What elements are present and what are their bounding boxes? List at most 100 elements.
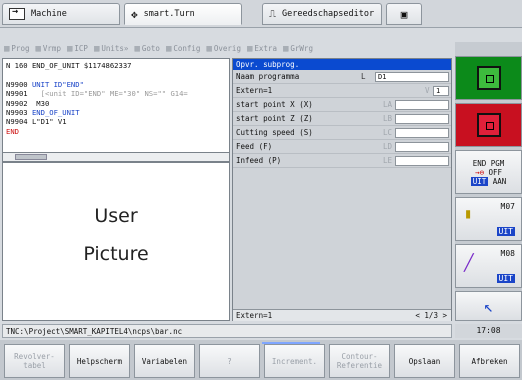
horizontal-softkey-bar: Revolver- tabel Helpscherm Variabelen ? … xyxy=(0,340,522,380)
field-extern: Extern=1 V 1 xyxy=(233,84,451,98)
m07-button[interactable]: ▮ M07 UIT xyxy=(455,197,522,241)
m08-label: M08 xyxy=(500,249,515,258)
menu-item-goto[interactable]: Goto xyxy=(134,44,160,54)
code-horizontal-scrollbar[interactable] xyxy=(2,152,230,162)
field-label: Cutting speed (S) xyxy=(236,128,313,137)
field-address: LC xyxy=(383,128,393,137)
code-line: N 160 END_OF_UNIT $1174862337 xyxy=(6,61,132,70)
afbreken-button[interactable]: Afbreken xyxy=(459,344,520,378)
field-address: LE xyxy=(383,156,393,165)
extern-input[interactable]: 1 xyxy=(433,86,449,96)
field-address: L xyxy=(361,72,366,81)
field-address: LB xyxy=(383,114,393,123)
machine-arrow-icon xyxy=(9,6,25,20)
cycle-start-icon xyxy=(476,66,501,90)
field-label: Extern=1 xyxy=(236,86,273,95)
tab-label: Machine xyxy=(31,9,67,19)
vertical-softkey-bar: END PGM →⊖ OFF UIT AAN ▮ M07 UIT ╱ M08 U… xyxy=(455,42,522,321)
nc-program-editor[interactable]: N 160 END_OF_UNIT $1174862337 N9900 UNIT… xyxy=(2,58,230,163)
coolant-icon: ▮ xyxy=(464,206,473,222)
field-address: LA xyxy=(383,100,393,109)
field-label: start point X (X) xyxy=(236,100,313,109)
tab-save[interactable]: ▣ xyxy=(386,3,422,25)
user-picture-line1: User xyxy=(94,205,138,227)
tab-machine[interactable]: Machine xyxy=(2,3,120,25)
menu-item-grwrg[interactable]: GrWrg xyxy=(283,44,313,54)
menu-item-overig[interactable]: Overig xyxy=(206,44,241,54)
end-pgm-button[interactable]: END PGM →⊖ OFF UIT AAN xyxy=(455,150,522,194)
field-label: Naam programma xyxy=(236,72,300,81)
scrollbar-thumb[interactable] xyxy=(15,154,47,160)
field-naam-programma: Naam programma L D1 xyxy=(233,70,451,84)
end-pgm-state: UIT AAN xyxy=(470,176,507,186)
page-indicator[interactable]: < 1/3 > xyxy=(415,310,447,322)
tab-bar: Machine ✥ smart.Turn ⎍ Gereedschapsedito… xyxy=(0,0,522,28)
smart-turn-icon: ✥ xyxy=(131,7,138,21)
m07-label: M07 xyxy=(500,202,515,211)
tab-gereedschapseditor[interactable]: ⎍ Gereedschapseditor xyxy=(262,3,382,25)
menu-bar: Prog Vrmp ICP Units» Goto Config Overig … xyxy=(0,42,452,56)
code-line: N9904 L"D1" V1 xyxy=(6,117,67,127)
field-label: Feed (F) xyxy=(236,142,273,151)
jog-direction-button[interactable]: ↖ xyxy=(455,291,522,321)
helpscherm-button[interactable]: Helpscherm xyxy=(69,344,130,378)
field-start-x: start point X (X) LA xyxy=(233,98,451,112)
file-path: TNC:\Project\SMART_KAPITEL4\ncps\bar.nc xyxy=(6,327,183,336)
menu-item-prog[interactable]: Prog xyxy=(4,44,29,54)
diagonal-arrow-icon: ↖ xyxy=(483,296,494,316)
menu-item-config[interactable]: Config xyxy=(166,44,200,54)
naam-programma-input[interactable]: D1 xyxy=(375,72,449,82)
menu-item-units[interactable]: Units» xyxy=(94,44,128,54)
end-pgm-toggle: →⊖ OFF xyxy=(474,167,503,177)
start-z-input[interactable] xyxy=(395,114,449,124)
field-start-z: start point Z (Z) LB xyxy=(233,112,451,126)
code-line: N9900 UNIT ID"END" xyxy=(6,79,84,89)
menu-item-extra[interactable]: Extra xyxy=(247,44,277,54)
variabelen-button[interactable]: Variabelen xyxy=(134,344,195,378)
field-infeed: Infeed (P) LE xyxy=(233,154,451,168)
m07-state: UIT xyxy=(496,227,515,236)
field-label: Infeed (P) xyxy=(236,156,282,165)
save-icon: ▣ xyxy=(400,7,408,21)
field-label: start point Z (Z) xyxy=(236,114,313,123)
subprogram-form: Opvr. subprog. Naam programma L D1 Exter… xyxy=(232,58,452,321)
status-bar: TNC:\Project\SMART_KAPITEL4\ncps\bar.nc xyxy=(2,324,452,338)
code-line: N9903 END_OF_UNIT xyxy=(6,108,80,118)
revolver-tabel-button[interactable]: Revolver- tabel xyxy=(4,344,65,378)
code-line: N9902 M30 xyxy=(6,98,50,108)
tab-label: smart.Turn xyxy=(143,9,195,19)
m08-state: UIT xyxy=(496,274,515,283)
contour-referentie-button[interactable]: Contour- Referentie xyxy=(329,344,390,378)
user-picture-line2: Picture xyxy=(83,243,149,265)
code-line: N9901 [<unit ID="END" ME="30" NS="" G14= xyxy=(6,89,188,99)
feed-input[interactable] xyxy=(395,142,449,152)
opslaan-button[interactable]: Opslaan xyxy=(394,344,455,378)
form-help-text: Extern=1 xyxy=(236,311,273,320)
increment-button[interactable]: Increment. xyxy=(264,344,325,378)
cycle-start-button[interactable] xyxy=(455,56,522,100)
clock: 17:08 xyxy=(455,324,522,338)
form-footer: Extern=1 < 1/3 > xyxy=(233,309,451,321)
field-feed: Feed (F) LD xyxy=(233,140,451,154)
menu-item-vrmp[interactable]: Vrmp xyxy=(35,44,61,54)
infeed-input[interactable] xyxy=(395,156,449,166)
field-address: LD xyxy=(383,142,393,151)
cycle-stop-icon xyxy=(476,113,501,137)
start-x-input[interactable] xyxy=(395,100,449,110)
field-address: V xyxy=(425,86,430,95)
cycle-stop-button[interactable] xyxy=(455,103,522,147)
form-title: Opvr. subprog. xyxy=(233,59,451,70)
field-cutting-speed: Cutting speed (S) LC xyxy=(233,126,451,140)
cutting-speed-input[interactable] xyxy=(395,128,449,138)
end-pgm-label: END PGM xyxy=(472,158,505,168)
tool-editor-icon: ⎍ xyxy=(269,8,276,20)
tab-label: Gereedschapseditor xyxy=(282,9,375,19)
help-question-button[interactable]: ? xyxy=(199,344,260,378)
user-picture-panel: User Picture xyxy=(2,163,230,321)
tab-smart-turn[interactable]: ✥ smart.Turn xyxy=(124,3,242,25)
m08-button[interactable]: ╱ M08 UIT xyxy=(455,244,522,288)
menu-item-icp[interactable]: ICP xyxy=(67,44,88,54)
coolant-spray-icon: ╱ xyxy=(464,253,474,272)
code-line: END xyxy=(6,126,19,136)
